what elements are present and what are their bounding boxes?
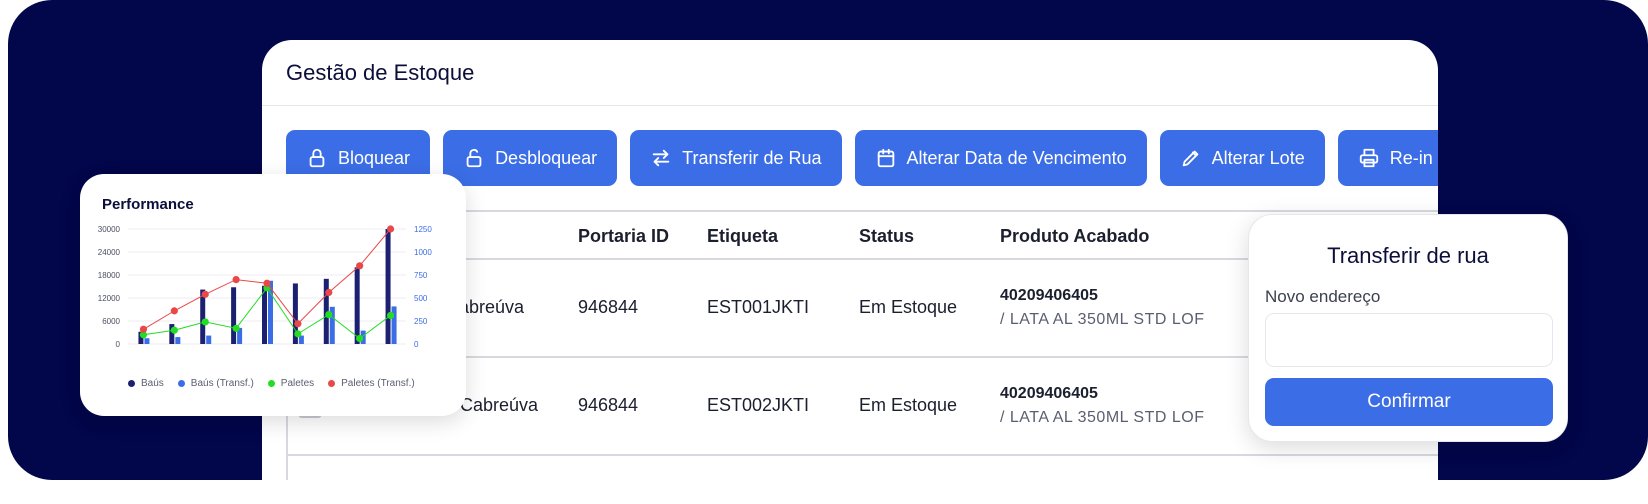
chart-point [325, 288, 333, 297]
y-tick-right: 750 [414, 271, 428, 280]
legend-dot-baus [128, 380, 135, 387]
y-tick-left: 30000 [98, 225, 121, 234]
cell-etiqueta: EST002JKTI [707, 395, 810, 415]
chart-point [294, 330, 302, 338]
title-divider [262, 105, 1438, 106]
chart-point [356, 262, 364, 270]
cell-status: Em Estoque [859, 395, 958, 415]
column-header-produto[interactable]: Produto Acabado [1000, 226, 1149, 247]
cell-produto-code: 40209406405 [1000, 287, 1098, 304]
transfer-street-button-label: Transferir de Rua [682, 147, 822, 168]
y-tick-right: 1000 [414, 248, 432, 257]
chart-point [201, 290, 209, 298]
chart-point [139, 325, 148, 333]
chart-bar [206, 335, 212, 344]
unlock-icon [466, 149, 482, 168]
page-title: Gestão de Estoque [286, 60, 475, 85]
chart-point [232, 324, 240, 332]
chart-bar [144, 338, 150, 344]
y-tick-right: 1250 [414, 225, 432, 234]
chart-legend: Baús Baús (Transf.) Paletes Paletes (Tra… [128, 378, 415, 389]
new-address-input[interactable] [1265, 313, 1553, 367]
legend-item-baus-transf: Baús (Transf.) [177, 378, 254, 389]
calendar-icon [877, 148, 894, 168]
cell-produto-desc: / LATA AL 350ML STD LOF [1000, 409, 1205, 426]
reprint-button-label: Re-in [1389, 147, 1433, 168]
chart-bar [175, 337, 181, 344]
chart-point [263, 279, 271, 287]
y-tick-right: 250 [414, 317, 428, 326]
transfer-street-button[interactable]: Transferir de Rua [630, 130, 842, 186]
lock-icon [309, 148, 325, 168]
chart-point [201, 318, 209, 326]
legend-label-baus: Baús [141, 378, 164, 389]
legend-label-baus-transf: Baús (Transf.) [190, 378, 254, 389]
change-batch-button-label: Alterar Lote [1211, 147, 1305, 168]
swap-icon [652, 149, 670, 167]
chart-bar [231, 287, 237, 344]
legend-dot-paletes-transf [328, 380, 336, 387]
column-header-etiqueta[interactable]: Etiqueta [707, 226, 778, 247]
cell-portaria: 946844 [578, 395, 639, 415]
legend-item-paletes: Paletes [267, 378, 315, 389]
chart-bar [262, 285, 267, 344]
chart-bar [354, 267, 360, 344]
y-tick-left: 6000 [102, 317, 120, 326]
legend-item-baus: Baús [128, 378, 164, 389]
legend-label-paletes-transf: Paletes (Transf.) [341, 378, 415, 389]
y-tick-left: 12000 [98, 294, 121, 303]
cell-etiqueta: EST001JKTI [707, 297, 810, 317]
change-expiry-button[interactable]: Alterar Data de Vencimento [854, 130, 1147, 186]
unblock-button-label: Desbloquear [495, 147, 598, 168]
y-tick-left: 0 [116, 340, 121, 349]
legend-label-paletes: Paletes [280, 378, 315, 389]
confirm-button[interactable]: Confirmar [1265, 378, 1553, 426]
chart-point [386, 311, 395, 320]
chart-point [294, 320, 302, 328]
legend-dot-paletes [267, 380, 275, 387]
y-tick-left: 18000 [98, 271, 121, 280]
column-header-portaria[interactable]: Portaria ID [578, 226, 669, 247]
cell-portaria: 946844 [578, 297, 639, 317]
cell-status: Em Estoque [859, 297, 958, 317]
chart-point [356, 334, 364, 343]
cell-produto-code: 40209406405 [1000, 385, 1098, 402]
new-address-label: Novo endereço [1265, 287, 1381, 306]
chart-point [325, 310, 333, 319]
transfer-street-dialog: Transferir de rua Novo endereço Confirma… [1248, 214, 1568, 442]
legend-item-paletes-transf: Paletes (Transf.) [328, 378, 415, 389]
change-batch-button[interactable]: Alterar Lote [1159, 130, 1325, 186]
y-tick-left: 24000 [98, 248, 121, 257]
chart-point [170, 307, 178, 315]
chart-bar [391, 306, 397, 344]
y-tick-right: 500 [414, 294, 428, 303]
performance-card: Performance 0 6000 12000 18000 24000 30000 0 25… [80, 174, 466, 416]
chart-point [386, 225, 395, 233]
block-button-label: Bloquear [338, 147, 411, 168]
pencil-icon [1182, 150, 1198, 167]
transfer-dialog-title: Transferir de rua [1327, 243, 1489, 268]
printer-icon [1359, 148, 1378, 168]
column-header-status[interactable]: Status [859, 226, 914, 247]
chart-point [170, 326, 178, 334]
unblock-button[interactable]: Desbloquear [443, 130, 618, 186]
reprint-button[interactable]: Re-in [1337, 130, 1438, 186]
chart-bar [385, 229, 391, 344]
cell-produto-desc: / LATA AL 350ML STD LOF [1000, 311, 1205, 328]
chart-point [232, 276, 240, 284]
legend-dot-baus-transf [177, 380, 185, 387]
y-tick-right: 0 [414, 340, 419, 349]
change-expiry-button-label: Alterar Data de Vencimento [906, 147, 1127, 168]
